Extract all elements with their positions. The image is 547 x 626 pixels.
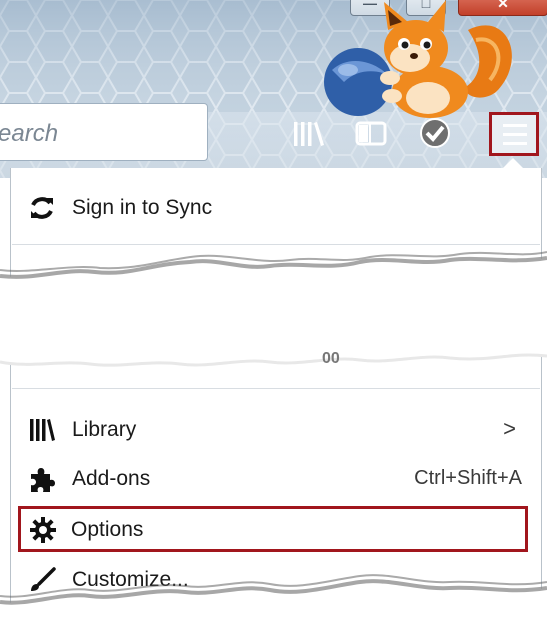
search-placeholder-text: Search <box>0 120 59 147</box>
chevron-right-icon: > <box>503 416 516 441</box>
torn-paper-edge-bottom <box>0 574 547 626</box>
browser-toolbar: — □ ✕ Sear <box>0 0 547 178</box>
add-ons-label: Add-ons <box>72 467 151 490</box>
add-ons-shortcut: Ctrl+Shift+A <box>414 467 522 489</box>
library-label: Library <box>72 418 137 441</box>
torn-paper-edge-top <box>0 330 547 367</box>
check-icon[interactable] <box>418 116 452 150</box>
sync-icon <box>31 197 53 219</box>
library-icon <box>30 419 55 441</box>
puzzle-icon <box>31 468 55 492</box>
fox-mascot-theme-art <box>324 0 512 118</box>
menu-item-add-ons[interactable]: Add-ons Ctrl+Shift+A <box>20 459 530 499</box>
options-label: Options <box>71 518 144 541</box>
hamburger-menu-icon <box>503 124 527 145</box>
menu-divider <box>12 388 540 389</box>
sync-label: Sign in to Sync <box>72 196 213 219</box>
partial-menu-text: 00 <box>322 350 340 367</box>
hamburger-menu-button[interactable] <box>489 112 539 156</box>
search-input[interactable]: Search <box>0 103 208 161</box>
sidebar-icon[interactable] <box>354 116 388 150</box>
library-icon[interactable] <box>292 116 326 150</box>
gear-icon <box>30 517 56 543</box>
menu-item-options[interactable]: Options <box>18 506 528 552</box>
torn-paper-edge <box>0 251 547 320</box>
screenshot-canvas: — □ ✕ Sear <box>0 0 547 626</box>
menu-item-sign-in-to-sync[interactable]: Sign in to Sync <box>20 188 530 228</box>
menu-item-library[interactable]: Library > <box>20 410 530 450</box>
